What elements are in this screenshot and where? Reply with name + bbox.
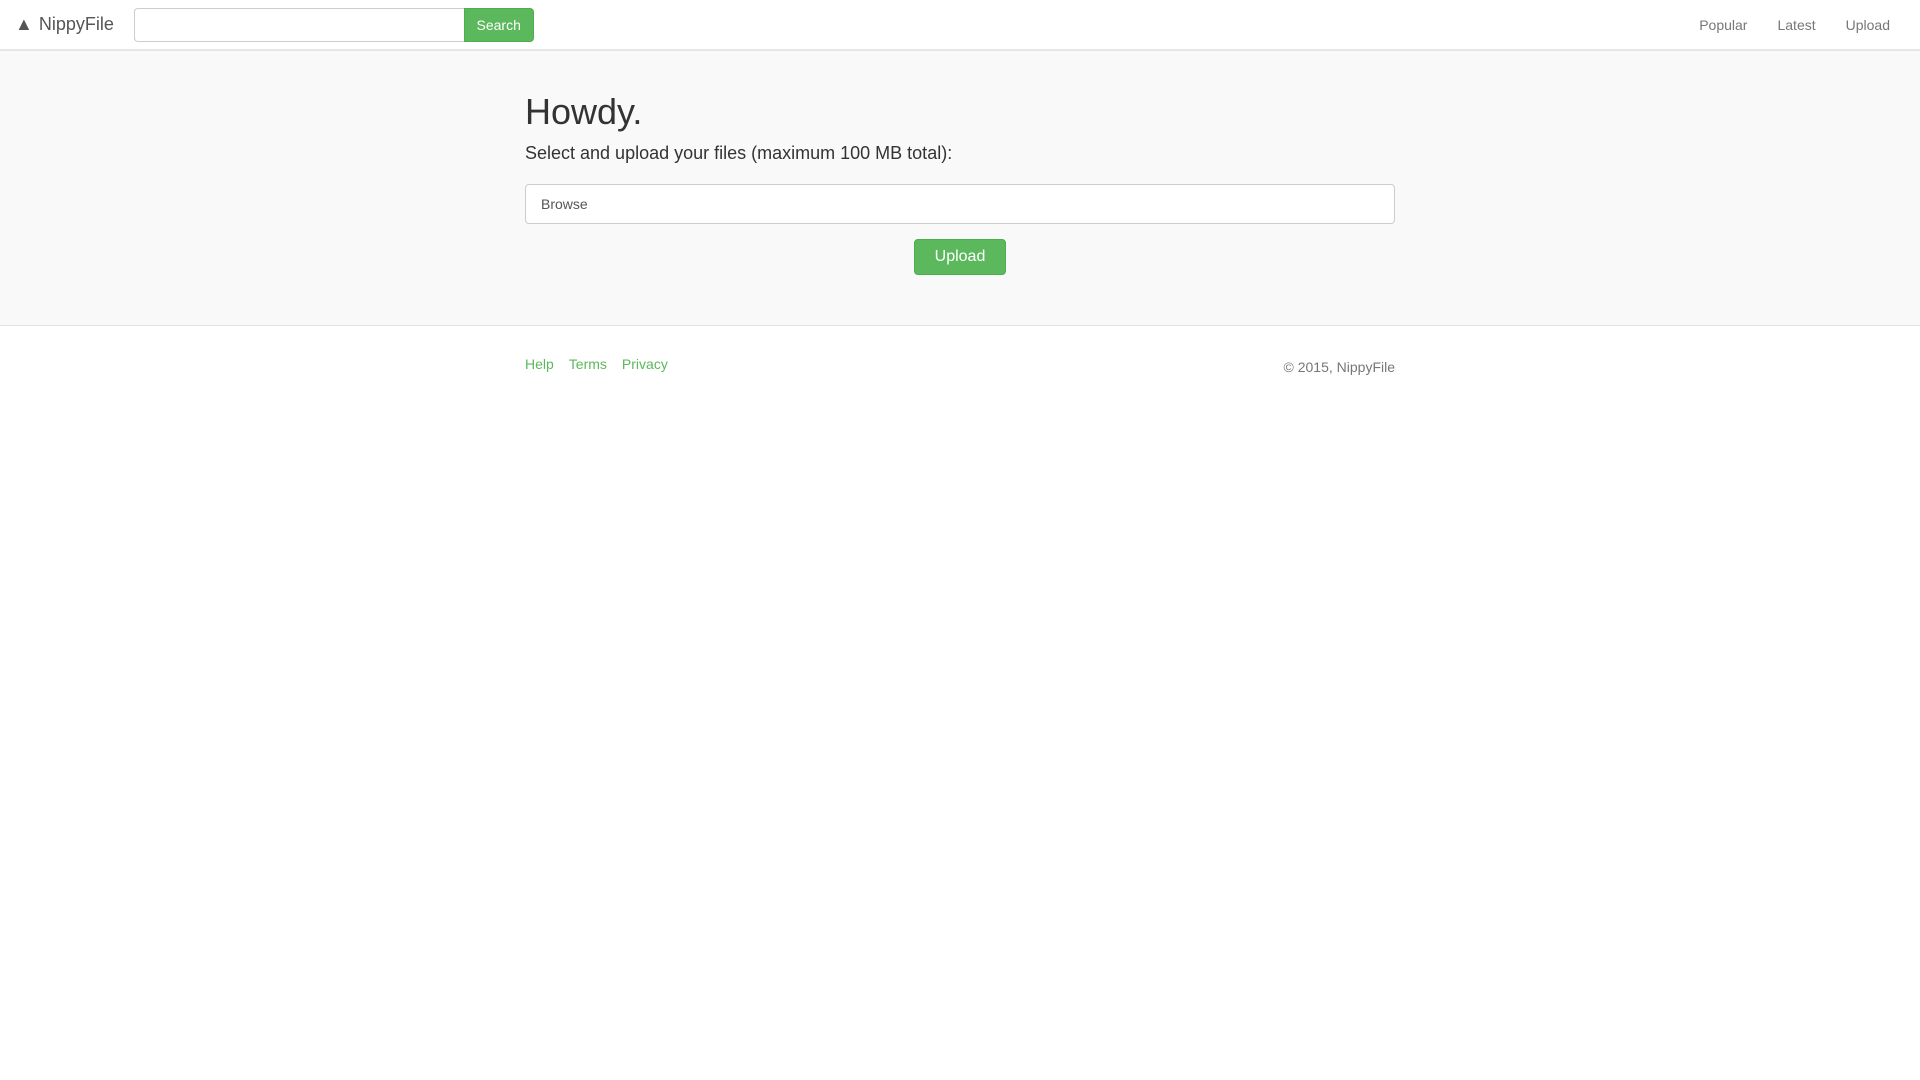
upload-section-inner: Howdy. Select and upload your files (max…	[510, 91, 1410, 275]
footer-link-privacy[interactable]: Privacy	[622, 356, 668, 372]
navbar: ▲ NippyFile Search Popular Latest Upload	[0, 0, 1920, 50]
upload-icon: ▲	[15, 14, 33, 35]
nav-latest[interactable]: Latest	[1762, 2, 1830, 48]
browse-label: Browse	[541, 196, 588, 212]
footer-row: Help Terms Privacy © 2015, NippyFile	[525, 356, 1395, 377]
footer-link-help[interactable]: Help	[525, 356, 554, 372]
search-button[interactable]: Search	[464, 8, 534, 42]
main-nav: Popular Latest Upload	[1684, 2, 1905, 48]
footer: Help Terms Privacy © 2015, NippyFile	[510, 326, 1410, 397]
footer-links: Help Terms Privacy	[525, 356, 668, 372]
hero-subtitle: Select and upload your files (maximum 10…	[525, 143, 1395, 164]
nav-popular[interactable]: Popular	[1684, 2, 1762, 48]
search-form: Search	[134, 8, 534, 42]
footer-link-terms[interactable]: Terms	[569, 356, 607, 372]
nav-upload[interactable]: Upload	[1831, 2, 1905, 48]
upload-section: Howdy. Select and upload your files (max…	[0, 50, 1920, 326]
footer-copyright: © 2015, NippyFile	[1284, 359, 1395, 375]
upload-btn-container: Upload	[525, 239, 1395, 275]
browse-area[interactable]: Browse	[525, 184, 1395, 224]
brand-label: NippyFile	[39, 14, 114, 35]
upload-button[interactable]: Upload	[914, 239, 1007, 275]
page-wrapper: ▲ NippyFile Search Popular Latest Upload…	[0, 0, 1920, 1080]
search-input[interactable]	[134, 8, 464, 42]
brand-logo[interactable]: ▲ NippyFile	[15, 14, 114, 35]
hero-title: Howdy.	[525, 91, 1395, 133]
